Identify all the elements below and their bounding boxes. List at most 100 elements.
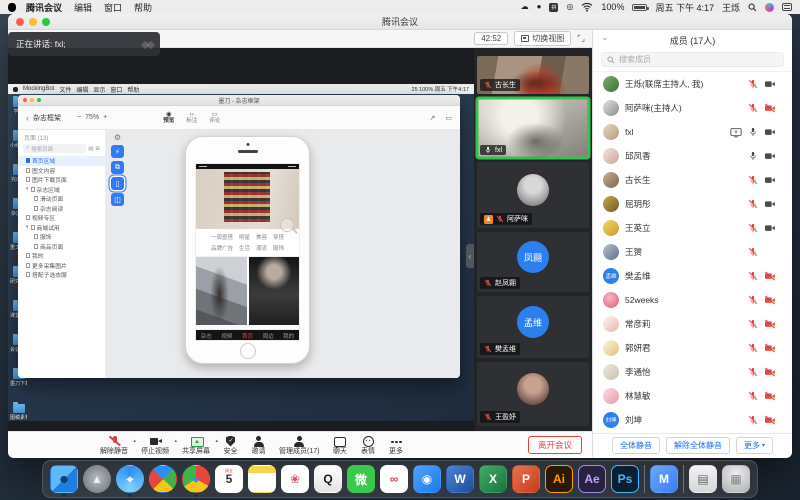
menubar-username[interactable]: 王烁 bbox=[722, 1, 740, 14]
dock-icon[interactable]: Ae bbox=[578, 465, 606, 493]
member-action-button[interactable]: 全体静音▾ bbox=[612, 437, 660, 454]
cloud-icon[interactable]: ☁ bbox=[521, 3, 529, 11]
toolbar-button[interactable]: 邀请 bbox=[251, 435, 266, 455]
dock-icon[interactable] bbox=[644, 465, 645, 493]
minimize-button[interactable] bbox=[29, 18, 37, 26]
member-mic-icon[interactable] bbox=[748, 343, 758, 353]
member-row[interactable]: 邱凤香 bbox=[593, 144, 792, 168]
spotlight-icon[interactable] bbox=[748, 3, 757, 12]
meeting-titlebar[interactable]: 腾讯会议 bbox=[8, 14, 792, 30]
menu-item[interactable]: 编辑 bbox=[74, 1, 92, 14]
member-mic-icon[interactable] bbox=[748, 271, 758, 281]
member-mic-icon[interactable] bbox=[748, 415, 758, 425]
member-row[interactable]: 刘坤 刘坤 bbox=[593, 408, 792, 432]
dock-icon[interactable]: ∞ bbox=[380, 465, 408, 493]
input-source-icon[interactable]: 拼 bbox=[549, 3, 558, 12]
member-camera-icon[interactable] bbox=[764, 295, 776, 305]
dock-icon[interactable]: Ps bbox=[611, 465, 639, 493]
member-row[interactable]: 古长生 bbox=[593, 168, 792, 192]
toolbar-button[interactable]: 共享屏幕 bbox=[182, 435, 210, 455]
member-camera-icon[interactable] bbox=[764, 343, 776, 353]
zoom-button[interactable] bbox=[42, 18, 50, 26]
member-row[interactable]: 王赟 bbox=[593, 240, 792, 264]
dock-icon[interactable]: Ai bbox=[545, 465, 573, 493]
fullscreen-icon[interactable]: ⌜ ⌟ bbox=[577, 34, 584, 43]
member-mic-icon[interactable] bbox=[748, 199, 758, 209]
member-row[interactable]: fxl bbox=[593, 120, 792, 144]
member-mic-icon[interactable] bbox=[748, 79, 758, 89]
member-camera-icon[interactable] bbox=[764, 319, 776, 329]
siri-icon[interactable] bbox=[765, 3, 774, 12]
member-row[interactable]: 王英立 bbox=[593, 216, 792, 240]
leave-meeting-button[interactable]: 离开会议 bbox=[528, 436, 582, 454]
close-button[interactable] bbox=[16, 18, 24, 26]
member-camera-icon[interactable] bbox=[764, 391, 776, 401]
dock-icon[interactable]: 微 bbox=[347, 465, 375, 493]
member-camera-icon[interactable] bbox=[764, 79, 776, 89]
member-row[interactable]: 李通怡 bbox=[593, 360, 792, 384]
member-action-button[interactable]: 解除全体静音▾ bbox=[666, 437, 730, 454]
member-row[interactable]: 52weeks bbox=[593, 288, 792, 312]
member-mic-icon[interactable] bbox=[748, 103, 758, 113]
member-search-input[interactable]: 搜索成员 bbox=[601, 52, 784, 67]
wifi-icon[interactable] bbox=[581, 2, 593, 12]
video-tile[interactable]: ♟ 王盈妤 bbox=[477, 362, 589, 426]
member-row[interactable]: 林慧敏 bbox=[593, 384, 792, 408]
switch-view-button[interactable]: 切换视图 bbox=[514, 31, 571, 46]
member-camera-icon[interactable] bbox=[764, 175, 776, 185]
video-tile[interactable]: ♟ 阿萨咪 bbox=[477, 162, 589, 228]
dock-icon[interactable] bbox=[683, 465, 684, 493]
video-tile[interactable]: ♟ fxl bbox=[477, 98, 589, 158]
dock-icon[interactable]: Q bbox=[314, 465, 342, 493]
toolbar-button[interactable]: 更多 bbox=[388, 435, 403, 455]
member-camera-icon[interactable] bbox=[764, 103, 776, 113]
member-mic-icon[interactable] bbox=[748, 175, 758, 185]
menu-item[interactable]: 窗口 bbox=[104, 1, 122, 14]
dock-icon[interactable]: ◉ bbox=[413, 465, 441, 493]
dock-icon[interactable]: P bbox=[512, 465, 540, 493]
member-row[interactable]: 常彦莉 bbox=[593, 312, 792, 336]
member-mic-icon[interactable] bbox=[748, 295, 758, 305]
menubar-clock[interactable]: 周五 下午 4:17 bbox=[655, 1, 714, 14]
member-row[interactable]: 阿萨咪(主持人) bbox=[593, 96, 792, 120]
dock-icon[interactable]: ▲ bbox=[83, 465, 111, 493]
collapse-strip-icon[interactable]: ‹ bbox=[466, 244, 474, 268]
video-tile[interactable]: 凤翾 ♟ 赵凤翾 bbox=[477, 232, 589, 292]
member-row[interactable]: 王烁(联席主持人, 我) bbox=[593, 72, 792, 96]
member-mic-icon[interactable] bbox=[748, 367, 758, 377]
member-mic-icon[interactable] bbox=[748, 151, 758, 161]
member-camera-icon[interactable] bbox=[764, 367, 776, 377]
member-action-button[interactable]: 更多▾ bbox=[736, 437, 773, 454]
dock-icon[interactable]: 5 周五 bbox=[215, 465, 243, 493]
dock-icon[interactable]: ▦ bbox=[722, 465, 750, 493]
dock-icon[interactable]: W bbox=[446, 465, 474, 493]
dock-icon[interactable]: ● bbox=[182, 465, 210, 493]
member-row[interactable]: 孟维 樊孟维 bbox=[593, 264, 792, 288]
toolbar-button[interactable]: 解除静音 bbox=[100, 435, 128, 455]
member-mic-icon[interactable] bbox=[748, 127, 758, 137]
member-mic-icon[interactable] bbox=[748, 247, 758, 257]
member-row[interactable]: 郭妍君 bbox=[593, 336, 792, 360]
dock-icon[interactable] bbox=[149, 465, 177, 493]
toolbar-button[interactable]: 管理成员(17) bbox=[279, 435, 319, 455]
toolbar-button[interactable]: 停止视频 bbox=[141, 435, 169, 455]
member-camera-icon[interactable] bbox=[764, 271, 776, 281]
dock-icon[interactable]: ⌖ bbox=[116, 465, 144, 493]
control-center-icon[interactable] bbox=[782, 3, 792, 11]
dock-icon[interactable]: ❀ bbox=[281, 465, 309, 493]
dock-icon[interactable]: ☻ bbox=[50, 465, 78, 493]
video-tile[interactable]: ♟ 古长生 bbox=[477, 56, 589, 94]
toolbar-button[interactable]: 安全 bbox=[223, 435, 238, 455]
dock-icon[interactable] bbox=[248, 465, 276, 493]
member-mic-icon[interactable] bbox=[748, 223, 758, 233]
member-mic-icon[interactable] bbox=[748, 391, 758, 401]
menu-item[interactable]: 腾讯会议 bbox=[26, 1, 62, 14]
dock-icon[interactable]: ▤ bbox=[689, 465, 717, 493]
airdrop-icon[interactable]: ◎ bbox=[566, 3, 573, 11]
member-mic-icon[interactable] bbox=[748, 319, 758, 329]
member-camera-icon[interactable] bbox=[764, 199, 776, 209]
toolbar-button[interactable]: 表情 bbox=[360, 435, 375, 455]
member-camera-icon[interactable] bbox=[764, 223, 776, 233]
member-camera-icon[interactable] bbox=[764, 415, 776, 425]
record-icon[interactable]: ● bbox=[537, 3, 542, 11]
